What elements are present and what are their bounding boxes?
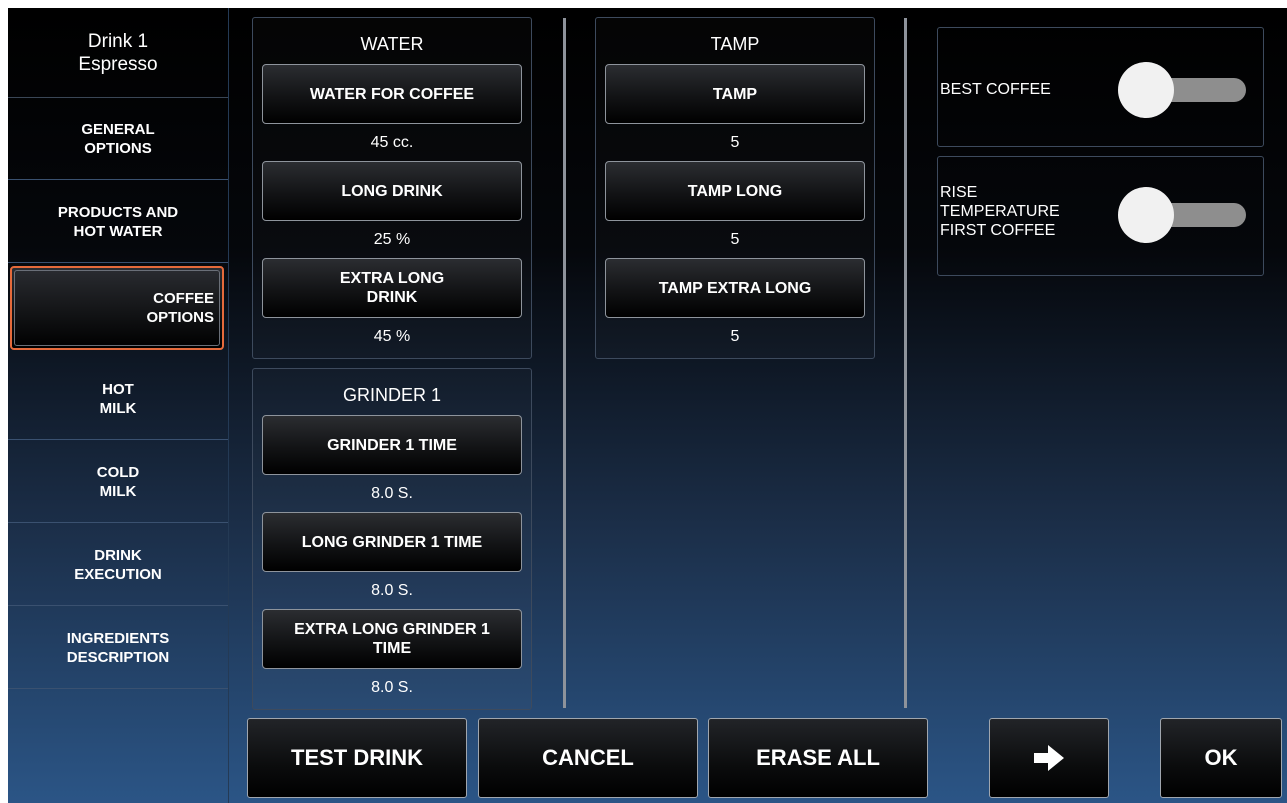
drink-type: Espresso	[78, 53, 158, 75]
sidebar-item-drink-execution[interactable]: DRINK EXECUTION	[8, 524, 228, 606]
long-grinder-1-time-button[interactable]: LONG GRINDER 1 TIME	[262, 512, 522, 572]
toggle-label-line: FIRST COFFEE	[940, 222, 1056, 239]
sidebar-item-label: OPTIONS	[146, 309, 214, 326]
sidebar-item-label: HOT	[102, 380, 134, 398]
toggle-label-line: TEMPERATURE	[940, 203, 1060, 220]
erase-all-button[interactable]: ERASE ALL	[708, 718, 928, 798]
best-coffee-toggle[interactable]	[1118, 62, 1248, 118]
toggle-knob	[1118, 187, 1174, 243]
rise-temperature-toggle[interactable]	[1118, 187, 1248, 243]
sidebar-item-label: DESCRIPTION	[66, 648, 170, 666]
extra-long-grinder-1-time-value: 8.0 S.	[371, 679, 413, 696]
tamp-long-value: 5	[730, 231, 740, 248]
toggle-knob	[1118, 62, 1174, 118]
grinder-1-time-button[interactable]: GRINDER 1 TIME	[262, 415, 522, 475]
sidebar-item-label: MILK	[99, 399, 137, 417]
screen: Drink 1 Espresso GENERAL OPTIONS PRODUCT…	[8, 8, 1287, 803]
column-divider	[563, 18, 566, 708]
sidebar-item-hot-milk[interactable]: HOT MILK	[8, 358, 228, 440]
sidebar-item-label: COLD	[96, 463, 140, 481]
tamp-button[interactable]: TAMP	[605, 64, 865, 124]
tamp-panel: TAMP TAMP 5 TAMP LONG 5 TAMP EXTRA LONG …	[595, 17, 875, 359]
drink-name: Drink 1	[87, 30, 149, 52]
sidebar-item-label: OPTIONS	[84, 139, 152, 157]
best-coffee-label: BEST COFFEE	[940, 81, 1051, 98]
tamp-long-button[interactable]: TAMP LONG	[605, 161, 865, 221]
button-label: TIME	[372, 640, 412, 657]
arrow-right-icon	[1034, 745, 1064, 771]
sidebar-item-label: EXECUTION	[74, 565, 162, 583]
sidebar-item-ingredients-description[interactable]: INGREDIENTS DESCRIPTION	[8, 607, 228, 689]
long-drink-button[interactable]: LONG DRINK	[262, 161, 522, 221]
water-for-coffee-button[interactable]: WATER FOR COFFEE	[262, 64, 522, 124]
rise-temperature-panel: RISE TEMPERATURE FIRST COFFEE	[937, 156, 1264, 276]
next-button[interactable]	[989, 718, 1109, 798]
extra-long-drink-value: 45 %	[373, 328, 411, 345]
button-label: EXTRA LONG GRINDER 1	[294, 621, 490, 638]
sidebar-item-products-hot-water[interactable]: PRODUCTS AND HOT WATER	[8, 181, 228, 263]
best-coffee-panel: BEST COFFEE	[937, 27, 1264, 147]
water-for-coffee-value: 45 cc.	[370, 134, 414, 151]
sidebar: Drink 1 Espresso GENERAL OPTIONS PRODUCT…	[8, 8, 229, 803]
button-label: DRINK	[366, 289, 418, 306]
rise-temperature-label: RISE TEMPERATURE FIRST COFFEE	[940, 183, 1060, 240]
sidebar-item-label: DRINK	[94, 546, 142, 564]
test-drink-button[interactable]: TEST DRINK	[247, 718, 467, 798]
ok-button[interactable]: OK	[1160, 718, 1282, 798]
grinder-panel: GRINDER 1 GRINDER 1 TIME 8.0 S. LONG GRI…	[252, 368, 532, 710]
extra-long-drink-button[interactable]: EXTRA LONG DRINK	[262, 258, 522, 318]
long-drink-value: 25 %	[373, 231, 411, 248]
drink-header: Drink 1 Espresso	[8, 8, 228, 98]
sidebar-item-label: INGREDIENTS	[66, 629, 170, 647]
sidebar-item-coffee-options[interactable]: COFFEE OPTIONS	[10, 266, 224, 350]
extra-long-grinder-1-time-button[interactable]: EXTRA LONG GRINDER 1 TIME	[262, 609, 522, 669]
tamp-value: 5	[730, 134, 740, 151]
sidebar-item-label: MILK	[99, 482, 137, 500]
column-divider	[904, 18, 907, 708]
grinder-panel-title: GRINDER 1	[342, 385, 441, 405]
button-label: EXTRA LONG	[339, 270, 445, 287]
sidebar-item-label: GENERAL	[81, 120, 155, 138]
sidebar-item-general-options[interactable]: GENERAL OPTIONS	[8, 98, 228, 180]
tamp-extra-long-button[interactable]: TAMP EXTRA LONG	[605, 258, 865, 318]
tamp-extra-long-value: 5	[730, 328, 740, 345]
water-panel: WATER WATER FOR COFFEE 45 cc. LONG DRINK…	[252, 17, 532, 359]
sidebar-item-cold-milk[interactable]: COLD MILK	[8, 441, 228, 523]
long-grinder-1-time-value: 8.0 S.	[371, 582, 413, 599]
sidebar-item-label: HOT WATER	[73, 222, 163, 240]
tamp-panel-title: TAMP	[710, 34, 760, 54]
sidebar-item-label: COFFEE	[153, 290, 214, 307]
water-panel-title: WATER	[360, 34, 424, 54]
sidebar-item-label: PRODUCTS AND	[57, 203, 179, 221]
grinder-1-time-value: 8.0 S.	[371, 485, 413, 502]
cancel-button[interactable]: CANCEL	[478, 718, 698, 798]
toggle-label-line: RISE	[940, 184, 978, 201]
